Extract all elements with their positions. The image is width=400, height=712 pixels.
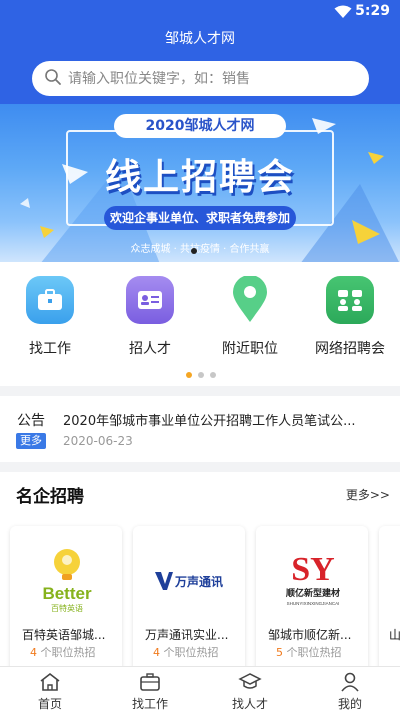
wifi-icon <box>334 4 352 23</box>
tab-label: 找工作 <box>131 697 168 711</box>
svg-text:万声通讯: 万声通讯 <box>174 574 223 589</box>
svg-text:Better: Better <box>42 584 92 603</box>
tab-find-talent[interactable]: 找人才 <box>200 671 300 712</box>
company-job-count: 4 个职位热招 <box>30 644 96 660</box>
job-count-number: 5 <box>276 646 283 659</box>
notice-bar[interactable]: 公告 更多 2020年邹城市事业单位公开招聘工作人员笔试公... 2020-06… <box>0 396 400 462</box>
pager-dot <box>198 372 204 378</box>
company-logo: SY 顺亿新型建材 SHUNYIXINXINGJIANCAI <box>272 536 354 618</box>
search-icon <box>44 68 62 90</box>
famous-companies-section: 名企招聘 更多>> Better 百特英语 百特英语邹城... 4 个职位热招 … <box>0 472 400 666</box>
section-title: 名企招聘 <box>16 487 84 507</box>
app-title: 邹城人才网 <box>165 31 235 47</box>
home-icon <box>0 671 100 693</box>
banner-headline: 线上招聘会 <box>104 157 295 198</box>
job-count-number: 4 <box>30 646 37 659</box>
category-grid: 找工作 招人才 附近职位 网络招聘会 <box>0 262 400 386</box>
more-companies-link[interactable]: 更多>> <box>346 486 390 503</box>
company-name: 万声通讯实业... <box>145 628 229 642</box>
search-input[interactable] <box>68 70 338 87</box>
svg-text:百特英语: 百特英语 <box>51 603 83 613</box>
company-logo: Better 百特英语 <box>26 536 108 618</box>
status-bar: 5:29 <box>0 0 400 24</box>
briefcase-icon <box>26 276 74 324</box>
id-card-icon <box>126 276 174 324</box>
svg-text:SY: SY <box>291 551 334 588</box>
status-time: 5:29 <box>355 3 390 19</box>
pager-dot-active <box>186 372 192 378</box>
company-name: 百特英语邹城... <box>22 628 106 642</box>
banner-tagline: 众志成城 · 共抗疫情 · 合作共赢 <box>130 244 270 255</box>
banner-indicator <box>191 248 197 254</box>
company-card[interactable]: SY 顺亿新型建材 SHUNYIXINXINGJIANCAI 邹城市顺亿新...… <box>256 526 368 666</box>
notice-title[interactable]: 2020年邹城市事业单位公开招聘工作人员笔试公... <box>63 410 385 429</box>
company-job-count: 4 个职位热招 <box>153 644 219 660</box>
pager-dot <box>210 372 216 378</box>
tab-label: 找人才 <box>231 697 268 711</box>
app-screen: 5:29 邹城人才网 2020邹城人才网 线上招聘会 欢迎企事业单位、求职者免费… <box>0 0 400 712</box>
briefcase-icon <box>100 671 200 693</box>
company-card[interactable]: Better 百特英语 百特英语邹城... 4 个职位热招 <box>10 526 122 666</box>
bottom-tab-bar: 首页 找工作 找人才 我的 <box>0 666 400 712</box>
notice-more-button[interactable]: 更多 <box>16 433 46 449</box>
tab-label: 首页 <box>37 697 62 711</box>
job-count-suffix: 个职位热招 <box>163 646 219 659</box>
category-pager <box>186 372 216 378</box>
tab-label: 我的 <box>337 697 362 711</box>
notice-date: 2020-06-23 <box>63 434 133 448</box>
category-find-job[interactable]: 找工作 <box>0 276 100 358</box>
category-label: 招人才 <box>129 341 171 357</box>
location-pin-icon <box>226 276 274 324</box>
category-label: 网络招聘会 <box>315 341 385 357</box>
tab-find-job[interactable]: 找工作 <box>100 671 200 712</box>
category-online-fair[interactable]: 网络招聘会 <box>300 276 400 358</box>
company-name: 山 <box>389 628 400 642</box>
group-chat-icon <box>326 276 374 324</box>
svg-text:顺亿新型建材: 顺亿新型建材 <box>286 587 340 599</box>
job-count-number: 4 <box>153 646 160 659</box>
category-recruit[interactable]: 招人才 <box>100 276 200 358</box>
tab-home[interactable]: 首页 <box>0 671 100 712</box>
promo-banner[interactable]: 2020邹城人才网 线上招聘会 欢迎企事业单位、求职者免费参加 众志成城 · 共… <box>0 104 400 262</box>
company-name: 邹城市顺亿新... <box>268 628 352 642</box>
company-card[interactable]: 万声通讯 万声通讯实业... 4 个职位热招 <box>133 526 245 666</box>
category-nearby-jobs[interactable]: 附近职位 <box>200 276 300 358</box>
banner-ribbon: 2020邹城人才网 <box>114 114 286 138</box>
notice-tag: 公告 <box>17 413 45 429</box>
tab-mine[interactable]: 我的 <box>300 671 400 712</box>
category-label: 附近职位 <box>222 341 278 357</box>
user-icon <box>300 671 400 693</box>
job-count-suffix: 个职位热招 <box>40 646 96 659</box>
category-label: 找工作 <box>29 341 71 357</box>
company-logo: 万声通讯 <box>149 536 231 618</box>
search-bar[interactable] <box>32 61 369 96</box>
company-card[interactable]: 山 <box>379 526 400 666</box>
company-job-count: 5 个职位热招 <box>276 644 342 660</box>
header: 5:29 邹城人才网 <box>0 0 400 104</box>
svg-text:SHUNYIXINXINGJIANCAI: SHUNYIXINXINGJIANCAI <box>287 601 340 606</box>
graduation-cap-icon <box>200 671 300 693</box>
banner-pill: 欢迎企事业单位、求职者免费参加 <box>104 206 296 230</box>
job-count-suffix: 个职位热招 <box>286 646 342 659</box>
